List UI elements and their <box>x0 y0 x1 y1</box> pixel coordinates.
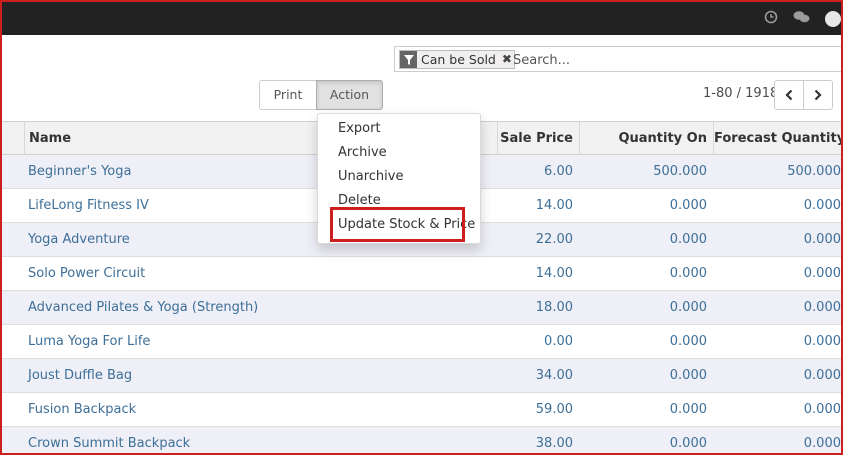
quantity-on-hand-cell: 0.000 <box>669 368 707 383</box>
sale-price-cell: 6.00 <box>544 164 573 179</box>
quantity-on-hand-cell: 0.000 <box>669 232 707 247</box>
product-name-cell: Beginner's Yoga <box>28 164 132 179</box>
forecast-quantity-cell: 0.000 <box>803 198 841 213</box>
quantity-on-hand-cell: 0.000 <box>669 402 707 417</box>
forecast-quantity-cell: 0.000 <box>803 368 841 383</box>
product-name-cell: Advanced Pilates & Yoga (Strength) <box>28 300 259 315</box>
top-navbar <box>0 0 843 35</box>
search-input[interactable] <box>513 51 833 69</box>
chevron-left-icon <box>785 89 793 101</box>
quantity-on-hand-cell: 0.000 <box>669 334 707 349</box>
table-row[interactable]: Joust Duffle Bag 34.00 0.000 0.000 <box>0 359 843 393</box>
forecast-quantity-cell: 0.000 <box>803 300 841 315</box>
action-dropdown-menu: Export Archive Unarchive Delete Update S… <box>317 113 481 244</box>
chevron-right-icon <box>814 89 822 101</box>
quantity-on-hand-cell: 0.000 <box>669 198 707 213</box>
filter-icon <box>400 51 417 68</box>
product-name-cell: Crown Summit Backpack <box>28 436 191 451</box>
search-bar: Can be Sold ✖ <box>394 46 843 72</box>
pager-next-button[interactable] <box>803 80 833 110</box>
product-name-cell: Yoga Adventure <box>28 232 130 247</box>
forecast-quantity-cell: 0.000 <box>803 232 841 247</box>
table-row[interactable]: Advanced Pilates & Yoga (Strength) 18.00 0… <box>0 291 843 325</box>
product-name-cell: Luma Yoga For Life <box>28 334 151 349</box>
product-name-cell: Fusion Backpack <box>28 402 137 417</box>
sale-price-cell: 34.00 <box>535 368 573 383</box>
column-header-quantity-on-hand[interactable]: Quantity On Hand <box>579 122 713 179</box>
menu-item-update-stock-price[interactable]: Update Stock & Price <box>338 215 475 235</box>
forecast-quantity-cell: 0.000 <box>803 334 841 349</box>
clock-icon[interactable] <box>764 10 778 24</box>
quantity-on-hand-cell: 0.000 <box>669 300 707 315</box>
forecast-quantity-cell: 0.000 <box>803 402 841 417</box>
menu-item-export[interactable]: Export <box>338 119 381 139</box>
forecast-quantity-cell: 500.000 <box>787 164 841 179</box>
menu-item-delete[interactable]: Delete <box>338 191 381 211</box>
sale-price-cell: 38.00 <box>535 436 573 451</box>
column-header-sale-price[interactable]: Sale Price <box>497 122 579 155</box>
sale-price-cell: 14.00 <box>535 198 573 213</box>
select-all-column[interactable] <box>0 122 24 155</box>
product-name-cell: LifeLong Fitness IV <box>28 198 149 213</box>
menu-item-unarchive[interactable]: Unarchive <box>338 167 403 187</box>
close-icon[interactable]: ✖ <box>500 51 514 68</box>
action-button[interactable]: Action <box>316 80 383 126</box>
table-row[interactable]: Luma Yoga For Life 0.00 0.000 0.000 <box>0 325 843 359</box>
facet-label: Can be Sold <box>421 52 496 67</box>
table-row[interactable]: Solo Power Circuit 14.00 0.000 0.000 <box>0 257 843 291</box>
chat-icon[interactable] <box>793 10 810 24</box>
column-header-forecast-quantity[interactable]: Forecast Quantity <box>713 122 843 155</box>
quantity-on-hand-cell: 0.000 <box>669 266 707 281</box>
search-facet[interactable]: Can be Sold ✖ <box>399 50 515 69</box>
menu-item-archive[interactable]: Archive <box>338 143 387 163</box>
pager-value[interactable]: 1-80 / 1918 <box>703 86 778 101</box>
sale-price-cell: 59.00 <box>535 402 573 417</box>
sale-price-cell: 0.00 <box>544 334 573 349</box>
sale-price-cell: 18.00 <box>535 300 573 315</box>
forecast-quantity-cell: 0.000 <box>803 266 841 281</box>
action-button-label: Action <box>329 87 370 102</box>
product-name-cell: Joust Duffle Bag <box>28 368 133 383</box>
table-row[interactable]: Fusion Backpack 59.00 0.000 0.000 <box>0 393 843 427</box>
quantity-on-hand-cell: 0.000 <box>669 436 707 451</box>
product-name-cell: Solo Power Circuit <box>28 266 146 281</box>
sale-price-cell: 14.00 <box>535 266 573 281</box>
sale-price-cell: 22.00 <box>535 232 573 247</box>
pager-previous-button[interactable] <box>774 80 804 110</box>
table-row[interactable]: Crown Summit Backpack 38.00 0.000 0.000 <box>0 427 843 455</box>
user-avatar[interactable] <box>825 11 841 27</box>
print-button[interactable]: Print <box>259 80 317 126</box>
print-button-label: Print <box>273 87 303 102</box>
forecast-quantity-cell: 0.000 <box>803 436 841 451</box>
quantity-on-hand-cell: 500.000 <box>653 164 707 179</box>
